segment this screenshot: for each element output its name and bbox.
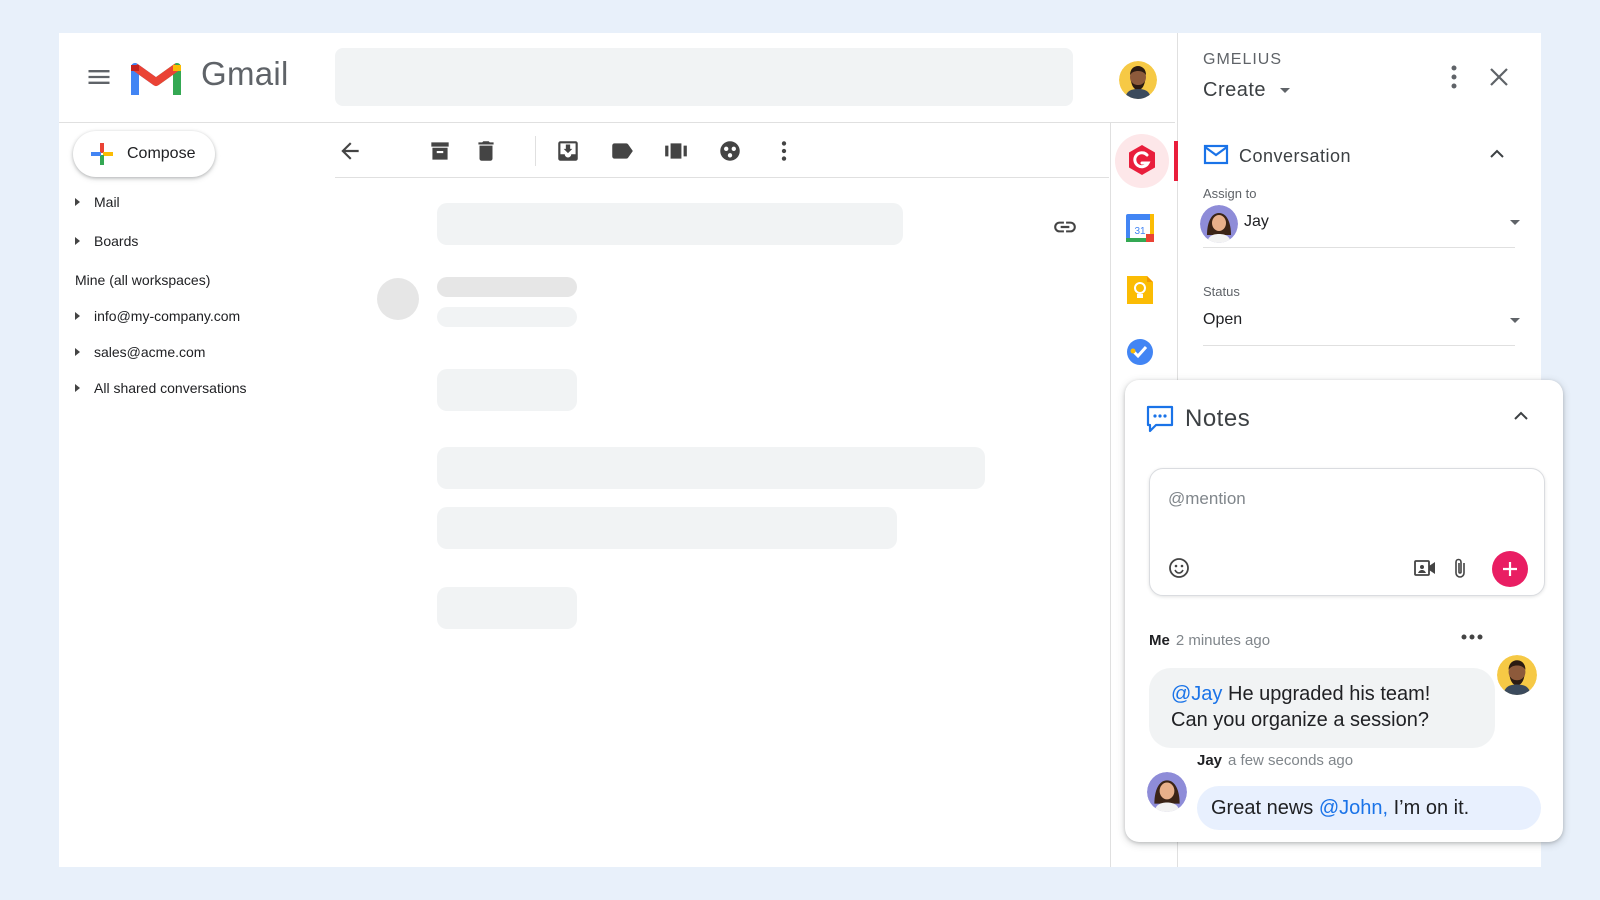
body-placeholder <box>437 369 577 411</box>
sidebar-item-sales-mailbox[interactable]: sales@acme.com <box>75 344 205 360</box>
attachment-icon[interactable] <box>1452 557 1468 579</box>
sidebar-item-label: info@my-company.com <box>94 308 241 324</box>
status-label: Status <box>1203 284 1240 299</box>
compose-button[interactable]: Compose <box>73 131 215 177</box>
expand-arrow-icon[interactable] <box>75 198 80 206</box>
sidebar-item-mail[interactable]: Mail <box>75 194 120 210</box>
delete-icon[interactable] <box>473 138 499 164</box>
header-divider <box>59 122 1175 123</box>
body-placeholder <box>437 447 985 489</box>
assign-label: Assign to <box>1203 186 1257 201</box>
notes-title: Notes <box>1185 405 1251 432</box>
sidebar-section-heading: Mine (all workspaces) <box>75 272 211 288</box>
sidebar-item-label: sales@acme.com <box>94 344 206 360</box>
search-bar[interactable] <box>335 48 1073 106</box>
more-horiz-icon[interactable] <box>1460 632 1484 642</box>
create-label: Create <box>1203 79 1267 101</box>
main-menu-icon[interactable] <box>85 63 113 91</box>
tasks-icon[interactable] <box>1121 333 1159 371</box>
sidebar-item-label: All shared conversations <box>94 380 247 396</box>
dropdown-arrow-icon <box>1510 317 1520 323</box>
label-icon[interactable] <box>609 138 635 164</box>
sender-name-placeholder <box>437 277 577 297</box>
dropdown-arrow-icon <box>1280 88 1291 93</box>
sender-meta-placeholder <box>437 307 577 327</box>
message-bubble: @Jay He upgraded his team! Can you organ… <box>1149 668 1495 748</box>
collapse-icon[interactable] <box>1487 146 1507 162</box>
message-author: Jay <box>1197 752 1223 769</box>
expand-arrow-icon[interactable] <box>75 312 80 320</box>
assignee-value: Jay <box>1244 213 1269 230</box>
more-vert-icon[interactable] <box>1442 63 1466 91</box>
expand-arrow-icon[interactable] <box>75 237 80 245</box>
message-time: 2 minutes ago <box>1175 632 1271 649</box>
note-input[interactable]: @mention <box>1149 468 1545 596</box>
move-to-inbox-icon[interactable] <box>555 138 581 164</box>
message-text: He upgraded his team! <box>1222 683 1431 705</box>
chat-icon <box>1145 404 1175 434</box>
app-name: Gmail <box>201 55 289 92</box>
gmelius-icon[interactable] <box>1123 141 1161 179</box>
board-icon[interactable] <box>663 138 689 164</box>
close-icon[interactable] <box>1487 65 1511 89</box>
calendar-icon[interactable]: 31 <box>1121 209 1159 247</box>
message-header: Jay a few seconds ago <box>1197 752 1353 770</box>
message-text: Can you organize a session? <box>1171 709 1429 731</box>
emoji-icon[interactable] <box>1168 557 1190 579</box>
note-placeholder: @mention <box>1168 489 1246 508</box>
account-avatar[interactable] <box>1119 61 1157 99</box>
message-author: Me <box>1149 632 1170 649</box>
dropdown-arrow-icon <box>1510 219 1520 225</box>
status-value: Open <box>1203 311 1243 328</box>
more-vert-icon[interactable] <box>771 138 797 164</box>
assignee-select[interactable]: Jay <box>1244 213 1520 231</box>
status-select[interactable]: Open <box>1203 311 1520 329</box>
sidebar-item-label: Mail <box>94 194 120 210</box>
sidebar-item-boards[interactable]: Boards <box>75 233 138 249</box>
notes-card: Notes @mention Me 2 minutes ago @Jay He u… <box>1125 380 1563 842</box>
toolbar-divider <box>535 136 536 166</box>
author-avatar <box>1147 772 1187 812</box>
archive-icon[interactable] <box>427 138 453 164</box>
assignee-avatar <box>1200 205 1238 243</box>
sidebar-item-info-mailbox[interactable]: info@my-company.com <box>75 308 240 324</box>
message-time: a few seconds ago <box>1228 752 1354 769</box>
toolbar-divider-line <box>335 177 1109 178</box>
add-note-button[interactable] <box>1492 551 1528 587</box>
mention-link[interactable]: @Jay <box>1171 683 1222 705</box>
message-bubble: Great news @John, I’m on it. <box>1197 786 1541 830</box>
sidebar-item-label: Boards <box>94 233 139 249</box>
active-app-indicator <box>1174 141 1178 181</box>
plus-icon <box>91 143 113 165</box>
video-icon[interactable] <box>1414 558 1436 578</box>
back-arrow-icon[interactable] <box>337 138 363 164</box>
plus-icon <box>1503 562 1517 576</box>
message-text: I’m on it. <box>1388 797 1470 819</box>
create-dropdown[interactable]: Create <box>1203 79 1291 102</box>
gmail-logo-icon[interactable] <box>131 57 181 97</box>
collapse-icon[interactable] <box>1511 408 1531 424</box>
sidebar-item-all-shared[interactable]: All shared conversations <box>75 380 247 396</box>
svg-text:31: 31 <box>1134 226 1146 237</box>
subject-placeholder <box>437 203 903 245</box>
mail-icon <box>1203 143 1229 167</box>
message-text: Great news <box>1211 797 1319 819</box>
expand-arrow-icon[interactable] <box>75 384 80 392</box>
snooze-icon[interactable] <box>717 138 743 164</box>
body-placeholder <box>437 587 577 629</box>
author-avatar <box>1497 655 1537 695</box>
mention-link[interactable]: @John, <box>1319 797 1388 819</box>
field-underline <box>1203 247 1515 248</box>
field-underline <box>1203 345 1515 346</box>
message-header: Me 2 minutes ago <box>1149 632 1270 650</box>
link-icon[interactable] <box>1052 214 1078 240</box>
body-placeholder <box>437 507 897 549</box>
conversation-title: Conversation <box>1239 146 1352 166</box>
sender-avatar-placeholder <box>377 278 419 320</box>
keep-icon[interactable] <box>1121 271 1159 309</box>
side-panel-divider <box>1110 122 1111 867</box>
panel-title: GMELIUS <box>1203 51 1283 68</box>
expand-arrow-icon[interactable] <box>75 348 80 356</box>
compose-label: Compose <box>127 145 196 162</box>
